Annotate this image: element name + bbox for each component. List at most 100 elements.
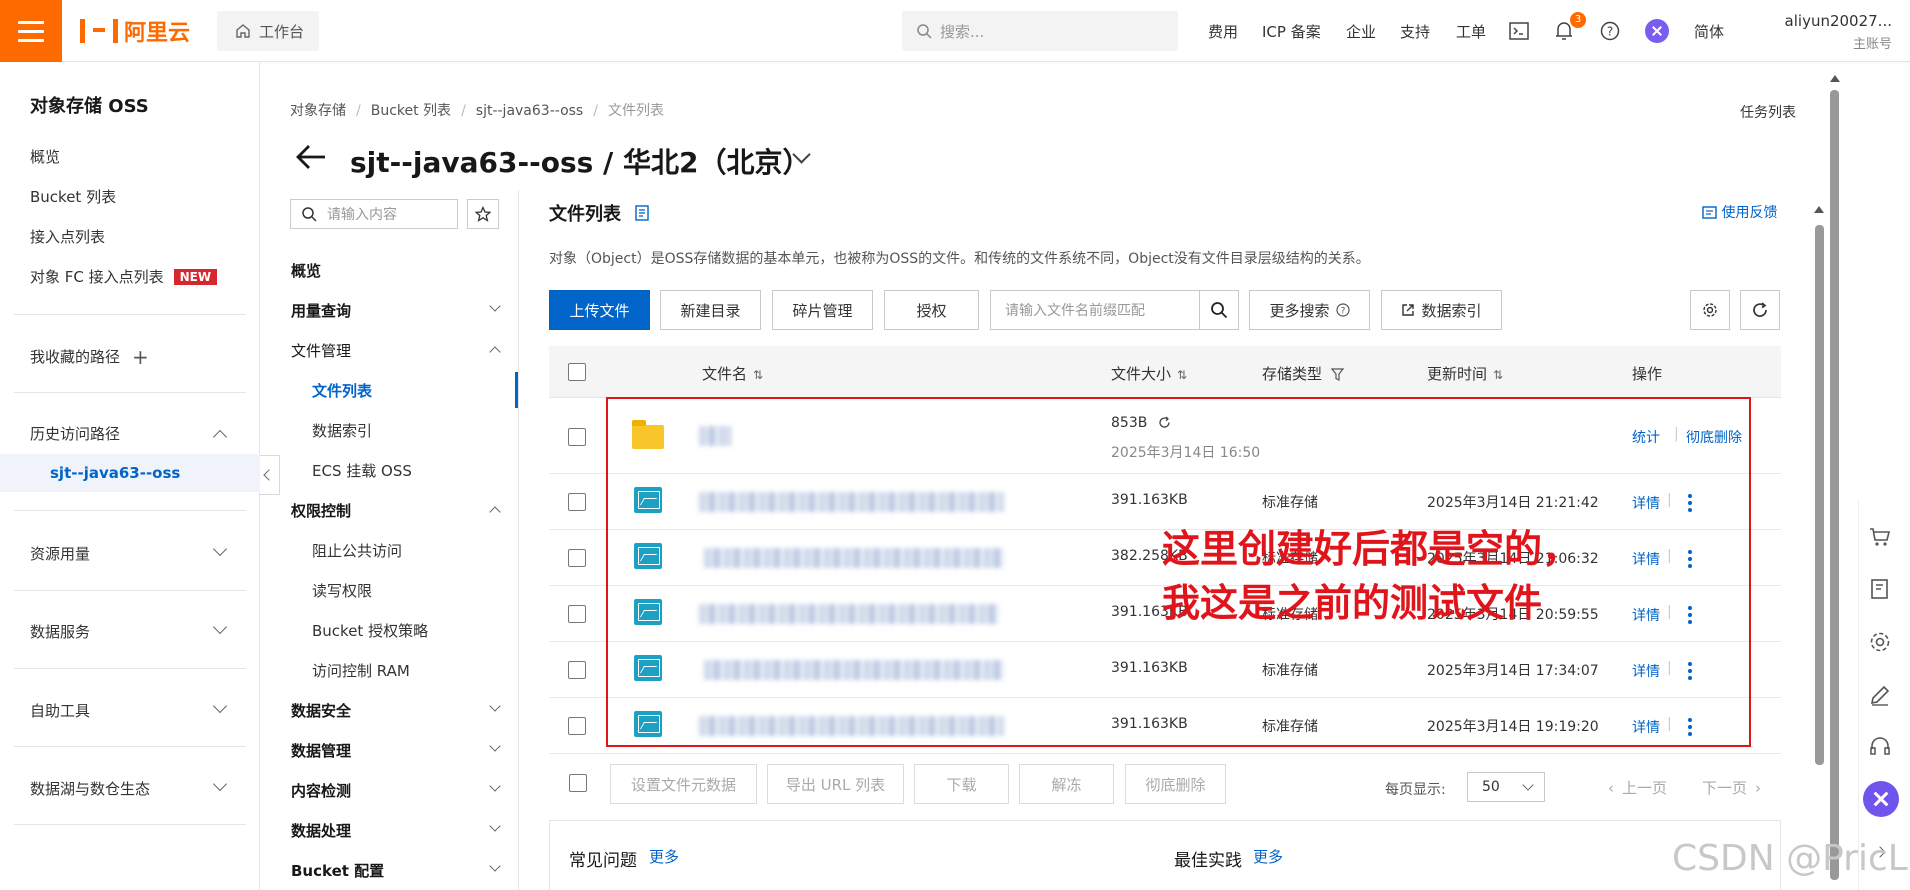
row-checkbox[interactable] — [568, 717, 586, 735]
subnav-bucket-policy[interactable]: Bucket 授权策略 — [312, 620, 428, 641]
row-checkbox[interactable] — [568, 428, 586, 446]
data-index-button[interactable]: 数据索引 — [1381, 290, 1502, 330]
subnav-ecs-mount[interactable]: ECS 挂载 OSS — [312, 460, 412, 481]
download-button[interactable]: 下载 — [914, 764, 1009, 804]
nav-support[interactable]: 支持 — [1400, 21, 1430, 42]
back-arrow-icon[interactable] — [295, 143, 327, 171]
breadcrumb-bucket-list[interactable]: Bucket 列表 — [371, 103, 451, 119]
best-practice-more-link[interactable]: 更多 — [1253, 846, 1283, 867]
task-list-button[interactable]: 任务列表 — [1740, 102, 1796, 122]
nav-ticket[interactable]: 工单 — [1456, 21, 1486, 42]
headset-icon[interactable] — [1868, 735, 1892, 759]
subnav-active-indicator — [515, 372, 518, 408]
aliyun-logo[interactable]: 阿里云 — [80, 16, 190, 46]
sidebar-item-access-points[interactable]: 接入点列表 — [30, 226, 105, 247]
upload-file-button[interactable]: 上传文件 — [549, 290, 650, 330]
plus-icon[interactable]: + — [132, 345, 149, 369]
new-directory-button[interactable]: 新建目录 — [660, 290, 761, 330]
row-checkbox[interactable] — [568, 549, 586, 567]
subnav-data-security[interactable]: 数据安全 — [291, 700, 351, 721]
prev-page-button[interactable]: ‹ 上一页 — [1608, 777, 1667, 798]
unfreeze-button[interactable]: 解冻 — [1019, 764, 1114, 804]
doc-icon[interactable] — [635, 205, 649, 221]
set-metadata-button[interactable]: 设置文件元数据 — [610, 764, 757, 804]
subnav-bucket-config[interactable]: Bucket 配置 — [291, 860, 384, 881]
sidebar-item-history-bucket[interactable]: sjt--java63--oss — [50, 464, 180, 482]
subnav-data-index[interactable]: 数据索引 — [312, 420, 372, 441]
col-storage-type[interactable]: 存储类型 — [1262, 363, 1345, 384]
page-scrollbar[interactable] — [1830, 90, 1839, 880]
faq-more-link[interactable]: 更多 — [649, 846, 679, 867]
subnav-ram[interactable]: 访问控制 RAM — [312, 660, 410, 681]
ai-assistant-icon[interactable] — [1644, 18, 1670, 44]
breadcrumb-bucket[interactable]: sjt--java63--oss — [476, 103, 583, 119]
row-checkbox[interactable] — [568, 493, 586, 511]
annotation-line-2: 我这是之前的测试文件 — [1162, 581, 1543, 625]
gear-icon[interactable] — [1868, 630, 1892, 654]
nav-icp[interactable]: ICP 备案 — [1262, 21, 1321, 42]
scroll-up-arrow-icon[interactable] — [1830, 75, 1840, 82]
export-url-button[interactable]: 导出 URL 列表 — [767, 764, 904, 804]
file-prefix-filter-input[interactable]: 请输入文件名前缀匹配 — [990, 290, 1200, 330]
per-page-select[interactable]: 50 — [1467, 772, 1545, 802]
subnav-rw-permission[interactable]: 读写权限 — [312, 580, 372, 601]
inner-scrollbar[interactable] — [1815, 225, 1824, 765]
sidebar-item-fc-access-points[interactable]: 对象 FC 接入点列表 NEW — [30, 266, 218, 287]
filter-search-button[interactable] — [1199, 290, 1239, 330]
refresh-button[interactable] — [1740, 290, 1780, 330]
sidebar-group-resource-usage[interactable]: 资源用量 — [30, 543, 90, 564]
authorize-button[interactable]: 授权 — [884, 290, 979, 330]
feedback-link[interactable]: 使用反馈 — [1702, 202, 1777, 222]
col-file-name[interactable]: 文件名 ⇅ — [702, 363, 763, 384]
sidebar-item-favorites[interactable]: 我收藏的路径 + — [30, 345, 149, 369]
subnav-data-process[interactable]: 数据处理 — [291, 820, 351, 841]
subnav-content-detect[interactable]: 内容检测 — [291, 780, 351, 801]
subnav-overview[interactable]: 概览 — [291, 260, 321, 281]
row-checkbox[interactable] — [568, 605, 586, 623]
subnav-usage[interactable]: 用量查询 — [291, 300, 351, 321]
sidebar-group-data-services[interactable]: 数据服务 — [30, 621, 90, 642]
scroll-up-arrow-icon[interactable] — [1814, 206, 1824, 213]
breadcrumb-separator: / — [356, 103, 361, 119]
pencil-icon[interactable] — [1868, 683, 1892, 707]
terminal-icon[interactable] — [1509, 22, 1529, 40]
subnav-access-control[interactable]: 权限控制 — [291, 500, 351, 521]
filter-icon[interactable] — [1330, 368, 1345, 381]
help-icon[interactable]: ? — [1600, 21, 1620, 41]
next-page-button[interactable]: 下一页 › — [1702, 777, 1761, 798]
sidebar-group-self-service[interactable]: 自助工具 — [30, 700, 90, 721]
global-search-input[interactable]: 搜索... — [902, 11, 1178, 51]
workbench-button[interactable]: 工作台 — [217, 11, 319, 51]
subnav-file-list[interactable]: 文件列表 — [312, 380, 372, 401]
subnav-file-mgmt[interactable]: 文件管理 — [291, 340, 351, 361]
fragment-mgmt-button[interactable]: 碎片管理 — [772, 290, 873, 330]
row-checkbox[interactable] — [568, 661, 586, 679]
sidebar-item-bucket-list[interactable]: Bucket 列表 — [30, 186, 116, 207]
subnav-search-input[interactable]: 请输入内容 — [290, 199, 458, 229]
favorite-star-button[interactable] — [467, 199, 499, 229]
sidebar-item-history[interactable]: 历史访问路径 — [30, 423, 120, 444]
breadcrumb-oss[interactable]: 对象存储 — [290, 103, 346, 119]
ai-assistant-float-icon[interactable] — [1862, 780, 1900, 818]
sidebar-group-data-lake[interactable]: 数据湖与数仓生态 — [30, 778, 150, 799]
more-search-button[interactable]: 更多搜索 ? — [1249, 290, 1370, 330]
menu-icon[interactable] — [0, 0, 62, 62]
col-updated-time[interactable]: 更新时间 ⇅ — [1427, 363, 1503, 384]
document-edit-icon[interactable] — [1868, 577, 1892, 601]
subnav-block-public[interactable]: 阻止公共访问 — [312, 540, 402, 561]
batch-delete-button[interactable]: 彻底删除 — [1125, 764, 1226, 804]
sort-icon[interactable]: ⇅ — [1177, 368, 1187, 382]
settings-button[interactable] — [1690, 290, 1730, 330]
cart-icon[interactable] — [1868, 525, 1892, 549]
select-all-checkbox[interactable] — [568, 363, 586, 381]
sidebar-item-overview[interactable]: 概览 — [30, 146, 60, 167]
sort-icon[interactable]: ⇅ — [1493, 368, 1503, 382]
select-all-bottom-checkbox[interactable] — [569, 774, 587, 792]
nav-billing[interactable]: 费用 — [1208, 21, 1238, 42]
subnav-data-mgmt[interactable]: 数据管理 — [291, 740, 351, 761]
nav-enterprise[interactable]: 企业 — [1346, 21, 1376, 42]
language-switch[interactable]: 简体 — [1694, 21, 1724, 42]
col-file-size[interactable]: 文件大小 ⇅ — [1111, 363, 1187, 384]
sort-icon[interactable]: ⇅ — [753, 368, 763, 382]
account-menu[interactable]: aliyun20027... 主账号 — [1750, 12, 1892, 52]
